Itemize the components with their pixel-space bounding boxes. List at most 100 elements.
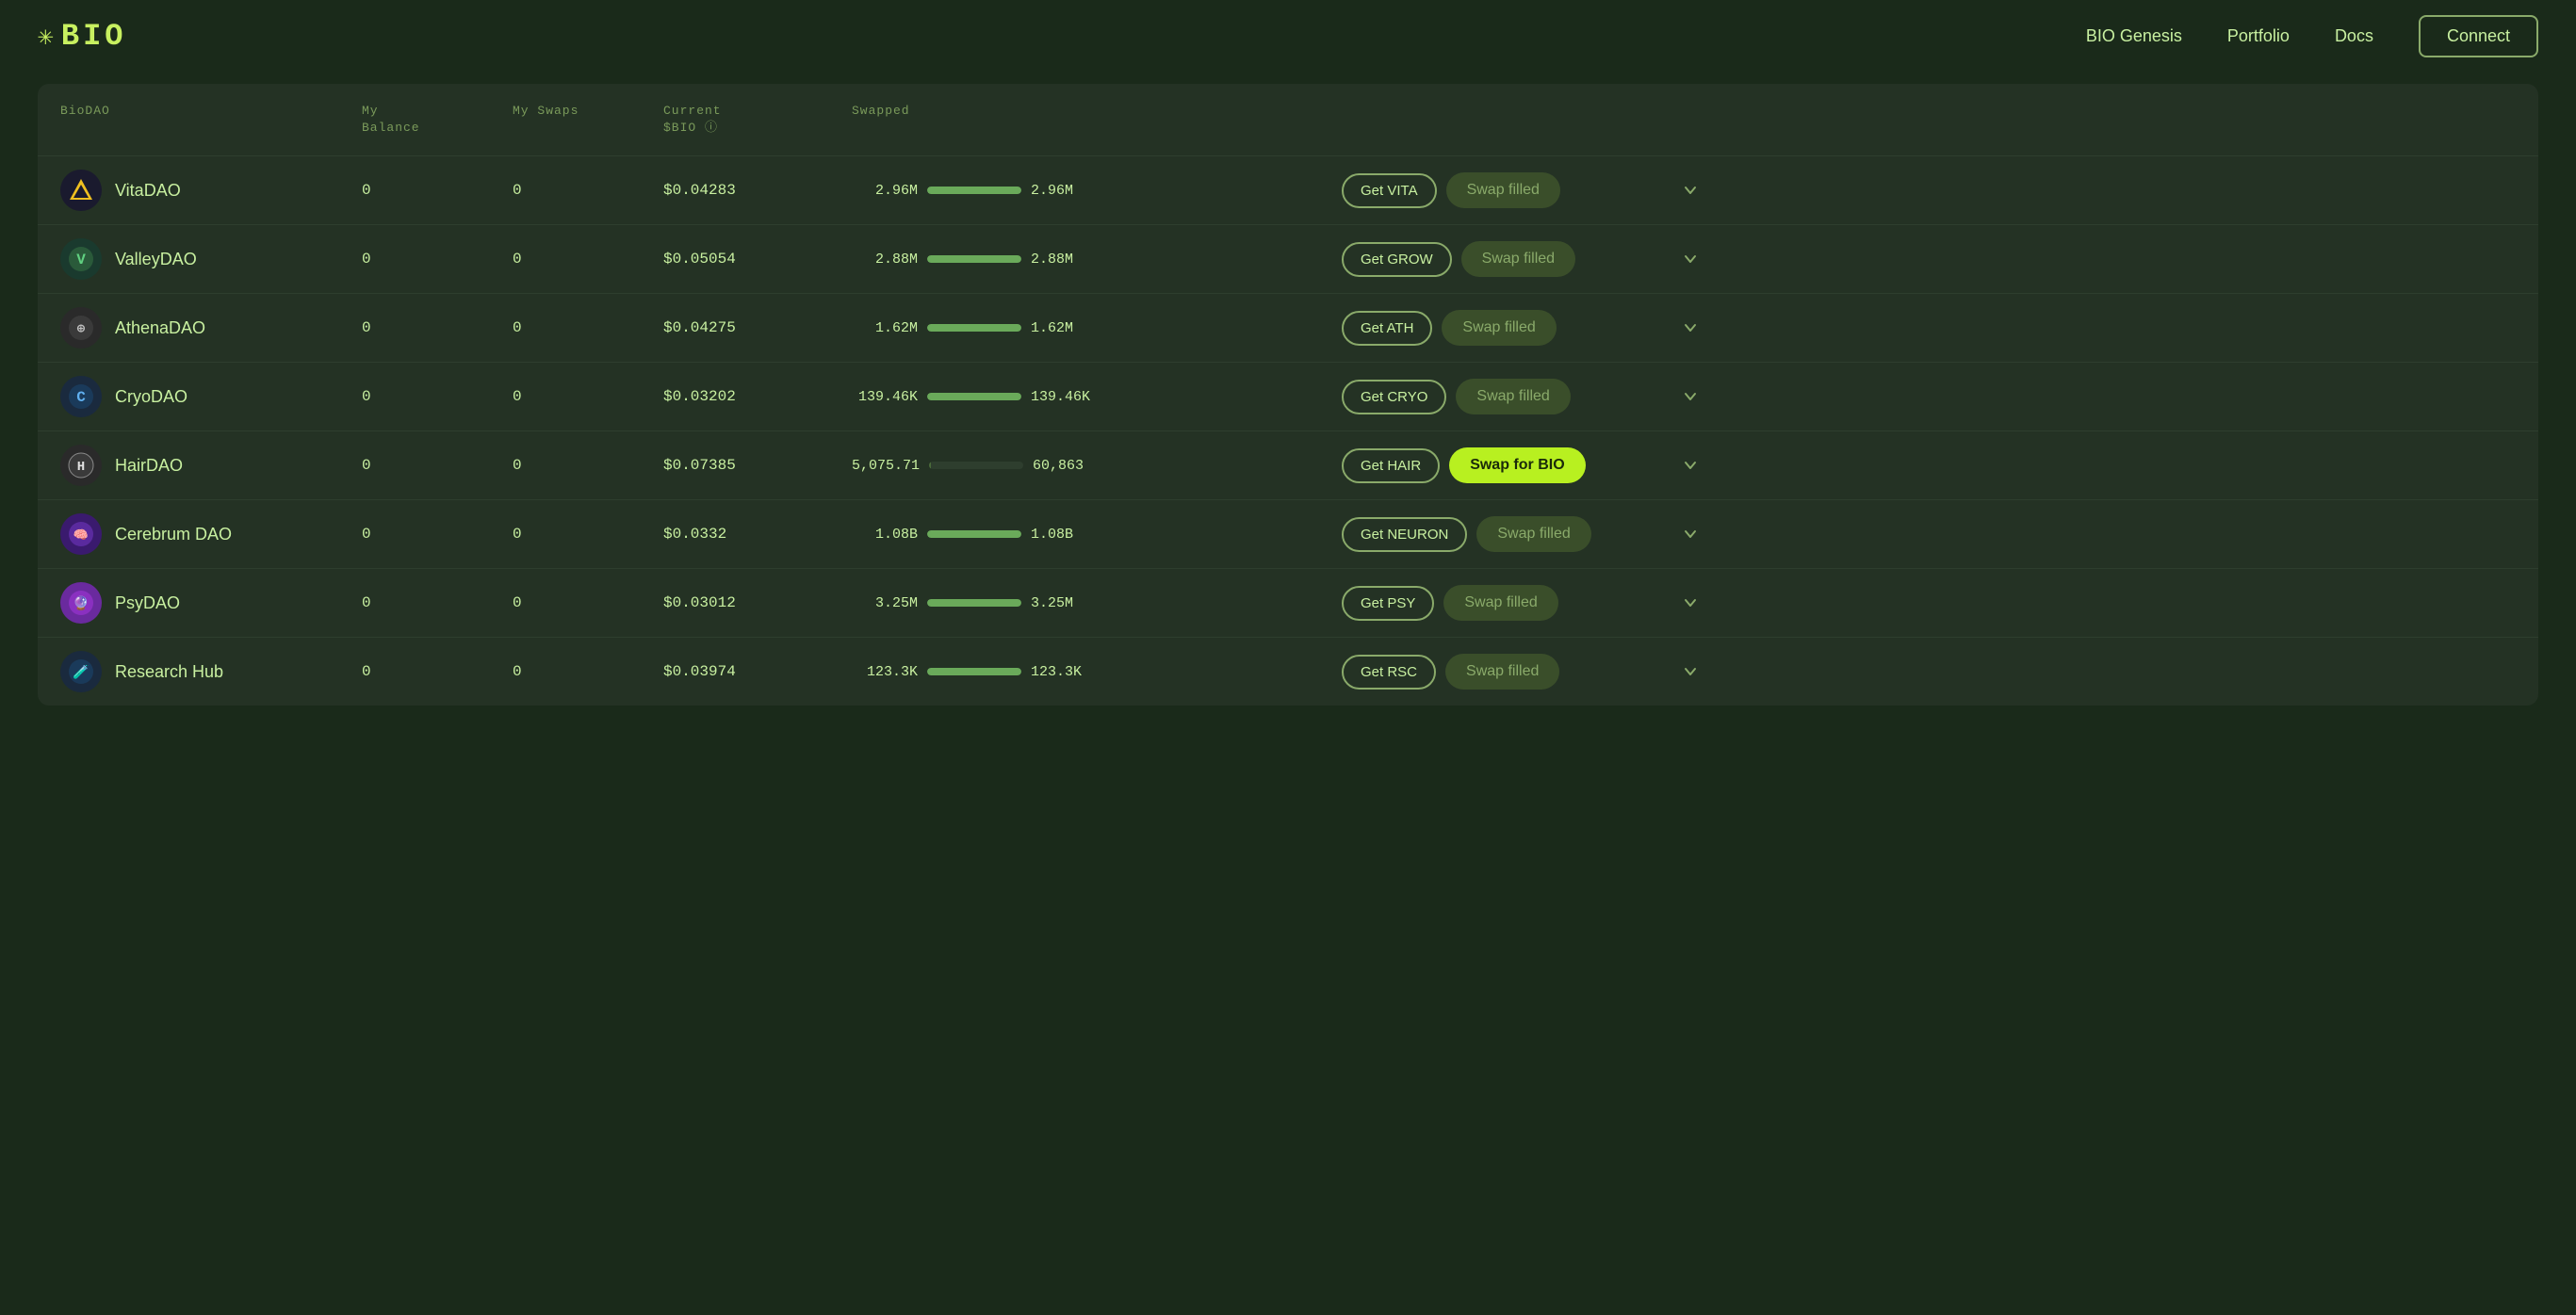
cerebrumdao-price: $0.0332 bbox=[663, 526, 852, 543]
psydao-swap-button[interactable]: Swap filled bbox=[1443, 585, 1557, 621]
valleydao-expand[interactable] bbox=[1662, 250, 1719, 268]
cryodao-swap-button[interactable]: Swap filled bbox=[1456, 379, 1570, 414]
valleydao-swap-info: 2.88M 2.88M bbox=[852, 252, 1153, 268]
valleydao-amount-end: 2.88M bbox=[1031, 252, 1097, 268]
psydao-swap-info: 3.25M 3.25M bbox=[852, 595, 1153, 611]
main-nav: BIO Genesis Portfolio Docs Connect bbox=[2086, 15, 2538, 57]
svg-text:🧪: 🧪 bbox=[73, 664, 89, 681]
table-row: H HairDAO 0 0 $0.07385 5,075.71 60,863 G… bbox=[38, 430, 2538, 499]
svg-text:🧠: 🧠 bbox=[73, 528, 89, 543]
dao-cell-cryodao: C CryoDAO bbox=[60, 376, 362, 417]
hairdao-name: HairDAO bbox=[115, 456, 183, 476]
hairdao-price: $0.07385 bbox=[663, 457, 852, 474]
psydao-progress-bar bbox=[927, 599, 1021, 607]
cryodao-expand[interactable] bbox=[1662, 387, 1719, 406]
cryodao-progress-fill bbox=[927, 393, 1021, 400]
vitadao-get-button[interactable]: Get VITA bbox=[1342, 173, 1437, 208]
psydao-price: $0.03012 bbox=[663, 594, 852, 611]
dao-cell-hairdao: H HairDAO bbox=[60, 445, 362, 486]
nav-docs[interactable]: Docs bbox=[2335, 26, 2373, 46]
hairdao-swap-button[interactable]: Swap for BIO bbox=[1449, 447, 1585, 483]
vitadao-swap-info: 2.96M 2.96M bbox=[852, 183, 1153, 199]
connect-button[interactable]: Connect bbox=[2419, 15, 2538, 57]
vitadao-amount-start: 2.96M bbox=[852, 183, 918, 199]
athenadao-get-button[interactable]: Get ATH bbox=[1342, 311, 1432, 346]
athenadao-swap-button[interactable]: Swap filled bbox=[1442, 310, 1556, 346]
hairdao-icon: H bbox=[60, 445, 102, 486]
psydao-balance: 0 bbox=[362, 594, 513, 611]
valleydao-get-button[interactable]: Get GROW bbox=[1342, 242, 1452, 277]
psydao-expand[interactable] bbox=[1662, 593, 1719, 612]
cryodao-price: $0.03202 bbox=[663, 388, 852, 405]
athenadao-amount-start: 1.62M bbox=[852, 320, 918, 336]
header: ✳ BIO BIO Genesis Portfolio Docs Connect bbox=[0, 0, 2576, 73]
hairdao-expand[interactable] bbox=[1662, 456, 1719, 475]
nav-portfolio[interactable]: Portfolio bbox=[2227, 26, 2290, 46]
th-swapped: Swapped bbox=[852, 103, 1153, 137]
cryodao-get-button[interactable]: Get CRYO bbox=[1342, 380, 1446, 414]
athenadao-progress-bar bbox=[927, 324, 1021, 332]
researchhub-price: $0.03974 bbox=[663, 663, 852, 680]
researchhub-amount-start: 123.3K bbox=[852, 664, 918, 680]
vitadao-balance: 0 bbox=[362, 182, 513, 199]
cerebrumdao-icon: 🧠 bbox=[60, 513, 102, 555]
table-row: C CryoDAO 0 0 $0.03202 139.46K 139.46K G… bbox=[38, 362, 2538, 430]
nav-bio-genesis[interactable]: BIO Genesis bbox=[2086, 26, 2182, 46]
table-row: ⊕ AthenaDAO 0 0 $0.04275 1.62M 1.62M Get… bbox=[38, 293, 2538, 362]
psydao-amount-start: 3.25M bbox=[852, 595, 918, 611]
dao-cell-vitadao: VitaDAO bbox=[60, 170, 362, 211]
cerebrumdao-get-button[interactable]: Get NEURON bbox=[1342, 517, 1467, 552]
hairdao-progress-fill bbox=[929, 462, 931, 469]
researchhub-balance: 0 bbox=[362, 663, 513, 680]
valleydao-progress-bar bbox=[927, 255, 1021, 263]
athenadao-swaps: 0 bbox=[513, 319, 663, 336]
psydao-progress-fill bbox=[927, 599, 1021, 607]
hairdao-amount-start: 5,075.71 bbox=[852, 458, 920, 474]
researchhub-get-button[interactable]: Get RSC bbox=[1342, 655, 1436, 690]
psydao-name: PsyDAO bbox=[115, 593, 180, 613]
th-current-bio: Current$BIO ⓘ bbox=[663, 103, 852, 137]
athenadao-amount-end: 1.62M bbox=[1031, 320, 1097, 336]
table-row: VitaDAO 0 0 $0.04283 2.96M 2.96M Get VIT… bbox=[38, 155, 2538, 224]
athenadao-expand[interactable] bbox=[1662, 318, 1719, 337]
table-row: 🔮 PsyDAO 0 0 $0.03012 3.25M 3.25M Get PS… bbox=[38, 568, 2538, 637]
vitadao-swap-button[interactable]: Swap filled bbox=[1446, 172, 1560, 208]
th-empty2 bbox=[1342, 103, 1662, 137]
table-body: VitaDAO 0 0 $0.04283 2.96M 2.96M Get VIT… bbox=[38, 155, 2538, 706]
svg-text:⊕: ⊕ bbox=[77, 322, 86, 337]
valleydao-actions: Get GROW Swap filled bbox=[1342, 241, 1662, 277]
valleydao-swap-button[interactable]: Swap filled bbox=[1461, 241, 1575, 277]
table-header: BioDAO MyBalance My Swaps Current$BIO ⓘ … bbox=[38, 84, 2538, 155]
researchhub-swap-button[interactable]: Swap filled bbox=[1445, 654, 1559, 690]
researchhub-progress-bar bbox=[927, 668, 1021, 675]
th-empty bbox=[1153, 103, 1342, 137]
hairdao-swaps: 0 bbox=[513, 457, 663, 474]
hairdao-amount-end: 60,863 bbox=[1033, 458, 1099, 474]
logo-icon: ✳ bbox=[38, 20, 54, 53]
cerebrumdao-swap-button[interactable]: Swap filled bbox=[1476, 516, 1590, 552]
cerebrumdao-expand[interactable] bbox=[1662, 525, 1719, 544]
vitadao-icon bbox=[60, 170, 102, 211]
valleydao-balance: 0 bbox=[362, 251, 513, 268]
svg-text:C: C bbox=[76, 389, 86, 406]
psydao-get-button[interactable]: Get PSY bbox=[1342, 586, 1434, 621]
vitadao-expand[interactable] bbox=[1662, 181, 1719, 200]
hairdao-get-button[interactable]: Get HAIR bbox=[1342, 448, 1440, 483]
valleydao-amount-start: 2.88M bbox=[852, 252, 918, 268]
cryodao-balance: 0 bbox=[362, 388, 513, 405]
cerebrumdao-name: Cerebrum DAO bbox=[115, 525, 232, 544]
cerebrumdao-progress-fill bbox=[927, 530, 1021, 538]
cryodao-amount-end: 139.46K bbox=[1031, 389, 1097, 405]
dao-cell-valleydao: V ValleyDAO bbox=[60, 238, 362, 280]
hairdao-swap-info: 5,075.71 60,863 bbox=[852, 458, 1153, 474]
cerebrumdao-balance: 0 bbox=[362, 526, 513, 543]
cerebrumdao-actions: Get NEURON Swap filled bbox=[1342, 516, 1662, 552]
hairdao-balance: 0 bbox=[362, 457, 513, 474]
cerebrumdao-swaps: 0 bbox=[513, 526, 663, 543]
main-table-container: BioDAO MyBalance My Swaps Current$BIO ⓘ … bbox=[38, 84, 2538, 706]
researchhub-expand[interactable] bbox=[1662, 662, 1719, 681]
vitadao-actions: Get VITA Swap filled bbox=[1342, 172, 1662, 208]
researchhub-name: Research Hub bbox=[115, 662, 223, 682]
dao-cell-psydao: 🔮 PsyDAO bbox=[60, 582, 362, 624]
th-my-swaps: My Swaps bbox=[513, 103, 663, 137]
